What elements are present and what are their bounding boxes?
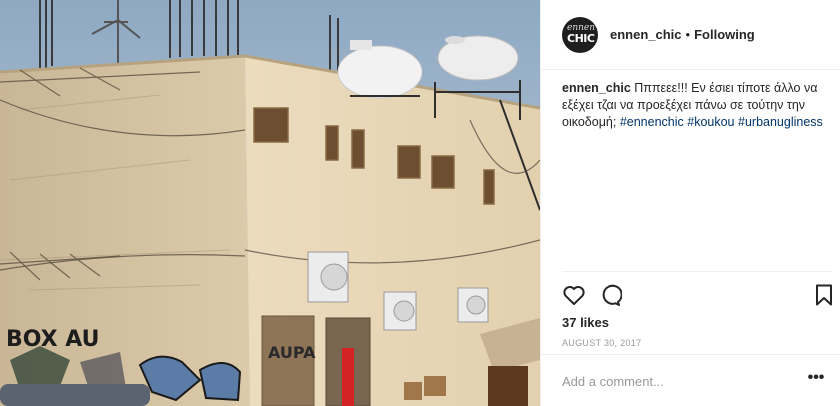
following-button[interactable]: Following bbox=[694, 27, 755, 42]
post-side-panel: ennen CHIC ennen_chic • Following ennen_… bbox=[540, 0, 840, 406]
username-link[interactable]: ennen_chic bbox=[610, 27, 682, 42]
caption-username-link[interactable]: ennen_chic bbox=[562, 81, 631, 95]
likes-count[interactable]: 37 likes bbox=[562, 315, 609, 330]
post-header: ennen CHIC ennen_chic • Following bbox=[541, 0, 840, 70]
post-date[interactable]: AUGUST 30, 2017 bbox=[562, 338, 641, 348]
hashtag-link[interactable]: #koukou bbox=[687, 115, 734, 129]
comment-bar: ••• bbox=[541, 354, 840, 406]
comment-input[interactable] bbox=[562, 371, 792, 391]
instagram-post: BOX AU AUPA ennen CHIC ennen_chic • Foll… bbox=[0, 0, 840, 406]
bookmark-icon[interactable] bbox=[812, 283, 838, 309]
heart-icon[interactable] bbox=[562, 283, 588, 309]
actions-divider bbox=[562, 271, 832, 272]
post-caption: ennen_chic Πππεεε!!! Εν έσιει τίποτε άλλ… bbox=[562, 80, 832, 131]
avatar-text-bottom: CHIC bbox=[567, 31, 595, 45]
separator-dot: • bbox=[685, 27, 691, 42]
comment-icon[interactable] bbox=[598, 283, 624, 309]
more-options-button[interactable]: ••• bbox=[805, 370, 827, 391]
graffiti-text-2: AUPA bbox=[268, 343, 316, 362]
post-photo[interactable]: BOX AU AUPA bbox=[0, 0, 540, 406]
graffiti-text-1: BOX AU bbox=[6, 327, 100, 352]
avatar[interactable]: ennen CHIC bbox=[562, 16, 598, 53]
hashtag-link[interactable]: #ennenchic bbox=[620, 115, 684, 129]
building-photo-illustration: BOX AU AUPA bbox=[0, 0, 540, 406]
action-bar bbox=[562, 283, 838, 309]
hashtag-link[interactable]: #urbanugliness bbox=[738, 115, 823, 129]
